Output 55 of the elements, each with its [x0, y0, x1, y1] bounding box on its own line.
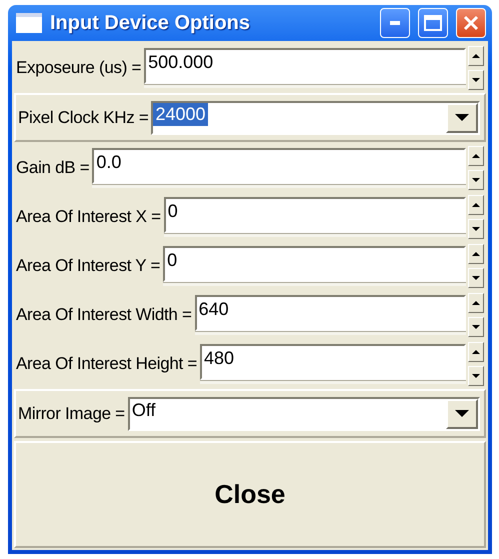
- up-arrow-icon: [472, 252, 480, 256]
- spin-down-button[interactable]: [468, 70, 484, 90]
- down-arrow-icon: [472, 226, 480, 230]
- spin-down-button[interactable]: [468, 366, 484, 386]
- spin-down-button[interactable]: [468, 268, 484, 288]
- spin-up-button[interactable]: [468, 244, 484, 264]
- input-field[interactable]: 480: [200, 344, 466, 380]
- close-window-button[interactable]: [456, 8, 486, 38]
- caret-icon: [455, 114, 469, 121]
- field-label: Area Of Interest Width =: [16, 304, 193, 324]
- down-arrow-icon: [472, 324, 480, 328]
- dropdown-button[interactable]: [446, 102, 478, 132]
- dropdown-value: 24000: [153, 102, 208, 126]
- minimize-button[interactable]: [380, 8, 410, 38]
- spin-down-button[interactable]: [468, 316, 484, 336]
- up-arrow-icon: [472, 202, 480, 206]
- spin-up-button[interactable]: [468, 194, 484, 214]
- input-field[interactable]: 0: [163, 246, 466, 282]
- down-arrow-icon: [472, 178, 480, 182]
- field-label: Exposeure (us) =: [16, 58, 142, 78]
- field-label: Mirror Image =: [18, 404, 126, 424]
- dropdown-field[interactable]: 24000: [151, 100, 480, 134]
- close-icon: [463, 15, 479, 31]
- input-field[interactable]: 640: [194, 294, 466, 330]
- field-label: Area Of Interest X =: [16, 206, 162, 226]
- dropdown-button[interactable]: [446, 398, 478, 428]
- caret-icon: [455, 410, 469, 417]
- up-arrow-icon: [472, 154, 480, 158]
- dropdown-value: Off: [130, 398, 156, 422]
- spin-up-button[interactable]: [468, 292, 484, 312]
- spin-up-button[interactable]: [468, 342, 484, 362]
- input-field[interactable]: 0: [164, 196, 466, 232]
- dropdown-field[interactable]: Off: [128, 396, 480, 430]
- field-label: Gain dB =: [16, 158, 90, 178]
- field-label: Pixel Clock KHz =: [18, 108, 150, 128]
- down-arrow-icon: [472, 374, 480, 378]
- spin-down-button[interactable]: [468, 218, 484, 238]
- field-label: Area Of Interest Height =: [16, 354, 198, 374]
- window-icon: [16, 13, 42, 33]
- down-arrow-icon: [472, 78, 480, 82]
- input-field[interactable]: 0.0: [92, 148, 466, 184]
- field-label: Area Of Interest Y =: [16, 256, 162, 276]
- up-arrow-icon: [472, 350, 480, 354]
- up-arrow-icon: [472, 54, 480, 58]
- minimize-icon: [390, 21, 400, 25]
- window-title: Input Device Options: [50, 12, 252, 34]
- maximize-icon: [424, 15, 442, 31]
- spin-down-button[interactable]: [468, 170, 484, 190]
- spin-up-button[interactable]: [468, 146, 484, 166]
- up-arrow-icon: [472, 300, 480, 304]
- maximize-button[interactable]: [418, 8, 448, 38]
- down-arrow-icon: [472, 276, 480, 280]
- close-button[interactable]: Close: [14, 441, 486, 548]
- spin-up-button[interactable]: [468, 46, 484, 66]
- input-field[interactable]: 500.000: [144, 48, 466, 84]
